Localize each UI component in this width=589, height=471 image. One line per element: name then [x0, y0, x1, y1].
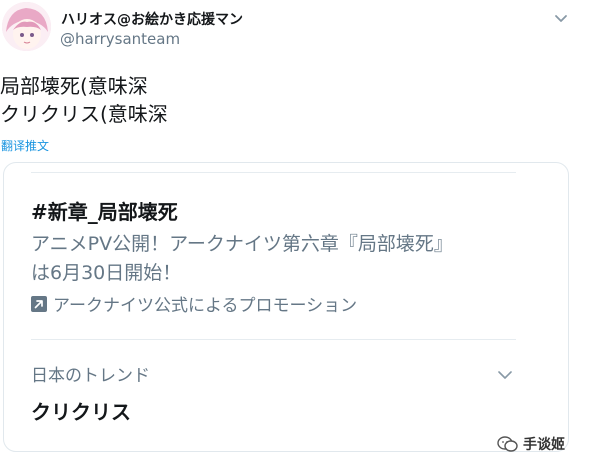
trends-section-label: 日本のトレンド: [31, 366, 150, 386]
tweet-text-line-2: クリクリス(意味深: [0, 102, 168, 126]
avatar[interactable]: [2, 2, 51, 51]
promoted-label: アークナイツ公式によるプロモーション: [31, 291, 357, 316]
promoted-arrow-icon: [31, 295, 47, 312]
tweet-text: 局部壊死(意味深 クリクリス(意味深: [0, 72, 168, 128]
chevron-down-icon[interactable]: [497, 366, 513, 379]
trend-description: アニメPV公開！アークナイツ第六章『局部壊死』は6月30日開始！: [31, 233, 453, 284]
author-name[interactable]: ハリオス@お絵かき応援マン: [61, 9, 243, 29]
trend-card[interactable]: #新章_局部壊死 アニメPV公開！アークナイツ第六章『局部壊死』は6月30日開始…: [3, 162, 569, 452]
tweet: ハリオス@お絵かき応援マン @harrysanteam 局部壊死(意味深 クリク…: [0, 0, 589, 471]
watermark: 手谈姬: [497, 434, 565, 454]
chevron-down-icon[interactable]: [553, 10, 569, 24]
watermark-label: 手谈姬: [523, 437, 565, 453]
wechat-icon: [497, 435, 519, 453]
author-handle[interactable]: @harrysanteam: [60, 30, 180, 48]
translate-tweet-link[interactable]: 翻译推文: [1, 137, 49, 154]
trend-item-name[interactable]: クリクリス: [31, 396, 131, 425]
promoted-text: アークナイツ公式によるプロモーション: [53, 296, 358, 316]
tweet-text-line-1: 局部壊死(意味深: [0, 74, 148, 98]
trend-title[interactable]: #新章_局部壊死: [31, 196, 178, 225]
card-divider: [31, 339, 516, 340]
card-divider-top: [31, 172, 516, 173]
